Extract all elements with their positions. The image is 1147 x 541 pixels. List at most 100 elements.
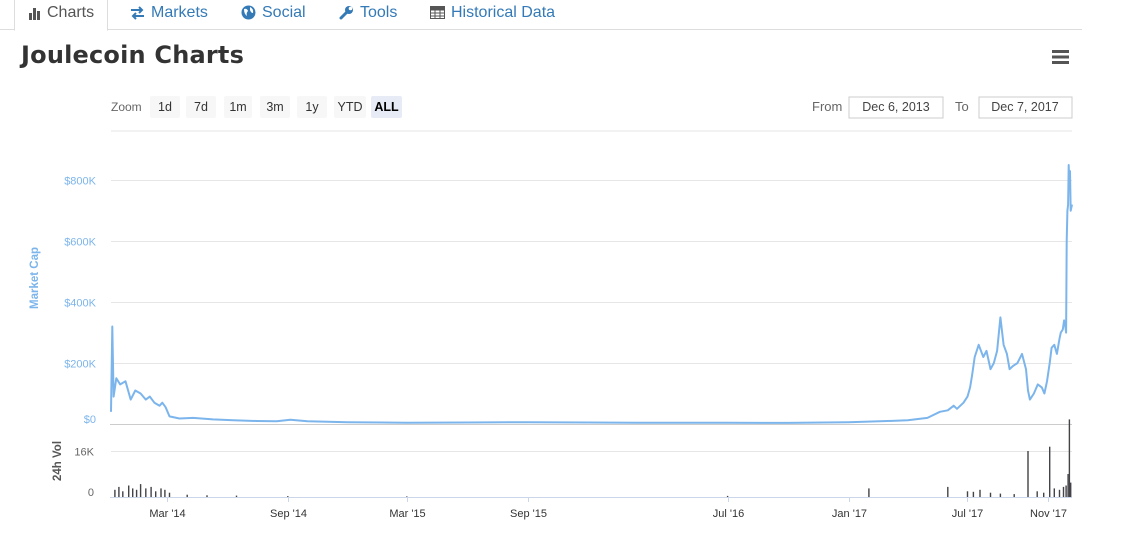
tab-bar: Charts Markets Social Tools Historical D… <box>0 0 1082 31</box>
volume-bar <box>1043 492 1045 497</box>
tab-markets[interactable]: Markets <box>130 0 208 30</box>
zoom-button-7d[interactable]: 7d <box>186 96 216 118</box>
market-cap-chart: Zoom 1d 7d 1m 3m 1y YTD ALL From Dec 6, 2013 T… <box>0 90 1147 541</box>
volume-bar <box>406 496 408 497</box>
hamburger-menu-icon <box>1052 50 1069 64</box>
volume-bar <box>972 491 975 497</box>
market-cap-series-line <box>110 164 1073 424</box>
volume-axis-title: 24h Vol <box>52 441 64 481</box>
to-date-input[interactable]: Dec 7, 2017 <box>978 96 1073 119</box>
volume-tick-label: 16K <box>74 447 94 459</box>
x-tick-label: Jan '17 <box>832 508 867 520</box>
tab-label: Markets <box>151 3 208 21</box>
from-date-value: Dec 6, 2013 <box>862 100 929 114</box>
market-cap-tick-label: $200K <box>64 359 96 371</box>
globe-icon <box>241 5 256 20</box>
zoom-button-1d[interactable]: 1d <box>150 96 180 118</box>
market-cap-tick-label: $400K <box>64 298 96 310</box>
volume-bar <box>150 486 152 497</box>
zoom-buttons: 1d 7d 1m 3m 1y YTD ALL <box>150 96 402 118</box>
volume-bar <box>186 494 188 497</box>
volume-bar <box>1036 491 1038 498</box>
x-tick-label: Nov '17 <box>1030 508 1067 520</box>
to-label: To <box>955 99 969 114</box>
tab-charts[interactable]: Charts <box>14 0 109 31</box>
tab-tools[interactable]: Tools <box>339 0 397 30</box>
zoom-button-1y[interactable]: 1y <box>297 96 327 118</box>
tab-label: Charts <box>47 4 95 21</box>
wrench-icon <box>339 6 353 20</box>
volume-bar <box>1062 486 1065 497</box>
volume-bar <box>287 496 289 497</box>
market-cap-axis-title: Market Cap <box>29 247 41 309</box>
volume-bar <box>145 488 147 497</box>
volume-bar <box>160 488 162 497</box>
volume-bar <box>1067 474 1069 497</box>
volume-bars <box>114 419 1072 498</box>
volume-bar <box>726 495 729 497</box>
zoom-button-3m[interactable]: 3m <box>260 96 290 118</box>
x-tick-label: Mar '15 <box>389 508 425 520</box>
zoom-button-ytd[interactable]: YTD <box>334 96 366 118</box>
market-cap-tick-label: $800K <box>64 176 96 188</box>
x-axis-ticks: Mar '14 Sep '14 Mar '15 Sep '15 Jul '16 Jan '… <box>149 497 1067 520</box>
market-cap-tick-label: $600K <box>64 237 96 249</box>
x-tick-label: Sep '15 <box>510 508 547 520</box>
volume-bar <box>868 488 870 497</box>
zoom-button-1m[interactable]: 1m <box>224 96 252 118</box>
volume-bar <box>1027 451 1029 497</box>
zoom-button-label: 3m <box>266 100 283 114</box>
volume-bar <box>1065 485 1067 497</box>
to-date-value: Dec 7, 2017 <box>991 100 1058 114</box>
x-tick-label: Mar '14 <box>149 508 185 520</box>
volume-bar <box>122 491 124 498</box>
volume-bar <box>128 485 130 497</box>
chart-svg: Zoom 1d 7d 1m 3m 1y YTD ALL From Dec 6, 2013 T… <box>29 96 1073 520</box>
zoom-button-label: 1y <box>305 100 319 114</box>
volume-bar <box>235 495 238 497</box>
x-tick-label: Sep '14 <box>270 508 307 520</box>
volume-bar <box>168 492 171 497</box>
volume-bar <box>135 489 138 497</box>
volume-bar <box>114 489 116 497</box>
x-tick-label: Jul '16 <box>713 508 744 520</box>
zoom-button-label: 1d <box>158 100 172 114</box>
tab-label: Tools <box>360 3 398 21</box>
tab-label: Historical Data <box>451 3 556 21</box>
volume-bar <box>132 488 134 497</box>
volume-tick-label: 0 <box>88 487 94 499</box>
zoom-button-all[interactable]: ALL <box>371 96 402 118</box>
zoom-label: Zoom <box>111 100 142 114</box>
market-cap-y-ticks: $0 $200K $400K $600K $800K <box>64 176 96 427</box>
tab-social[interactable]: Social <box>241 0 306 30</box>
zoom-button-label: 1m <box>229 100 246 114</box>
exchange-arrows-icon <box>131 5 144 20</box>
volume-bar <box>206 495 208 497</box>
volume-bar <box>139 484 142 497</box>
volume-bar <box>164 489 166 497</box>
market-cap-gridlines <box>111 180 1072 364</box>
table-icon <box>430 6 445 19</box>
volume-bar <box>1068 419 1071 497</box>
volume-bar <box>947 486 949 497</box>
volume-y-ticks: 0 16K <box>74 447 94 500</box>
volume-bar <box>966 491 969 498</box>
volume-bar <box>1053 488 1055 497</box>
tab-historical-data[interactable]: Historical Data <box>430 0 555 30</box>
volume-bar <box>1070 482 1072 497</box>
zoom-button-label: ALL <box>374 100 399 114</box>
volume-bar <box>1049 446 1051 497</box>
chart-menu-button[interactable] <box>1051 49 1071 65</box>
volume-bar <box>999 493 1002 497</box>
bar-chart-icon <box>29 7 40 20</box>
volume-bar <box>989 492 992 497</box>
page-title: Joulecoin Charts <box>21 41 245 69</box>
market-cap-tick-label: $0 <box>84 414 96 426</box>
volume-bar <box>1058 489 1061 497</box>
zoom-button-label: YTD <box>338 100 363 114</box>
volume-bar <box>1013 494 1015 497</box>
from-date-input[interactable]: Dec 6, 2013 <box>848 96 944 119</box>
x-tick-label: Jul '17 <box>952 508 983 520</box>
volume-bar <box>979 489 981 497</box>
tab-label: Social <box>262 3 306 21</box>
